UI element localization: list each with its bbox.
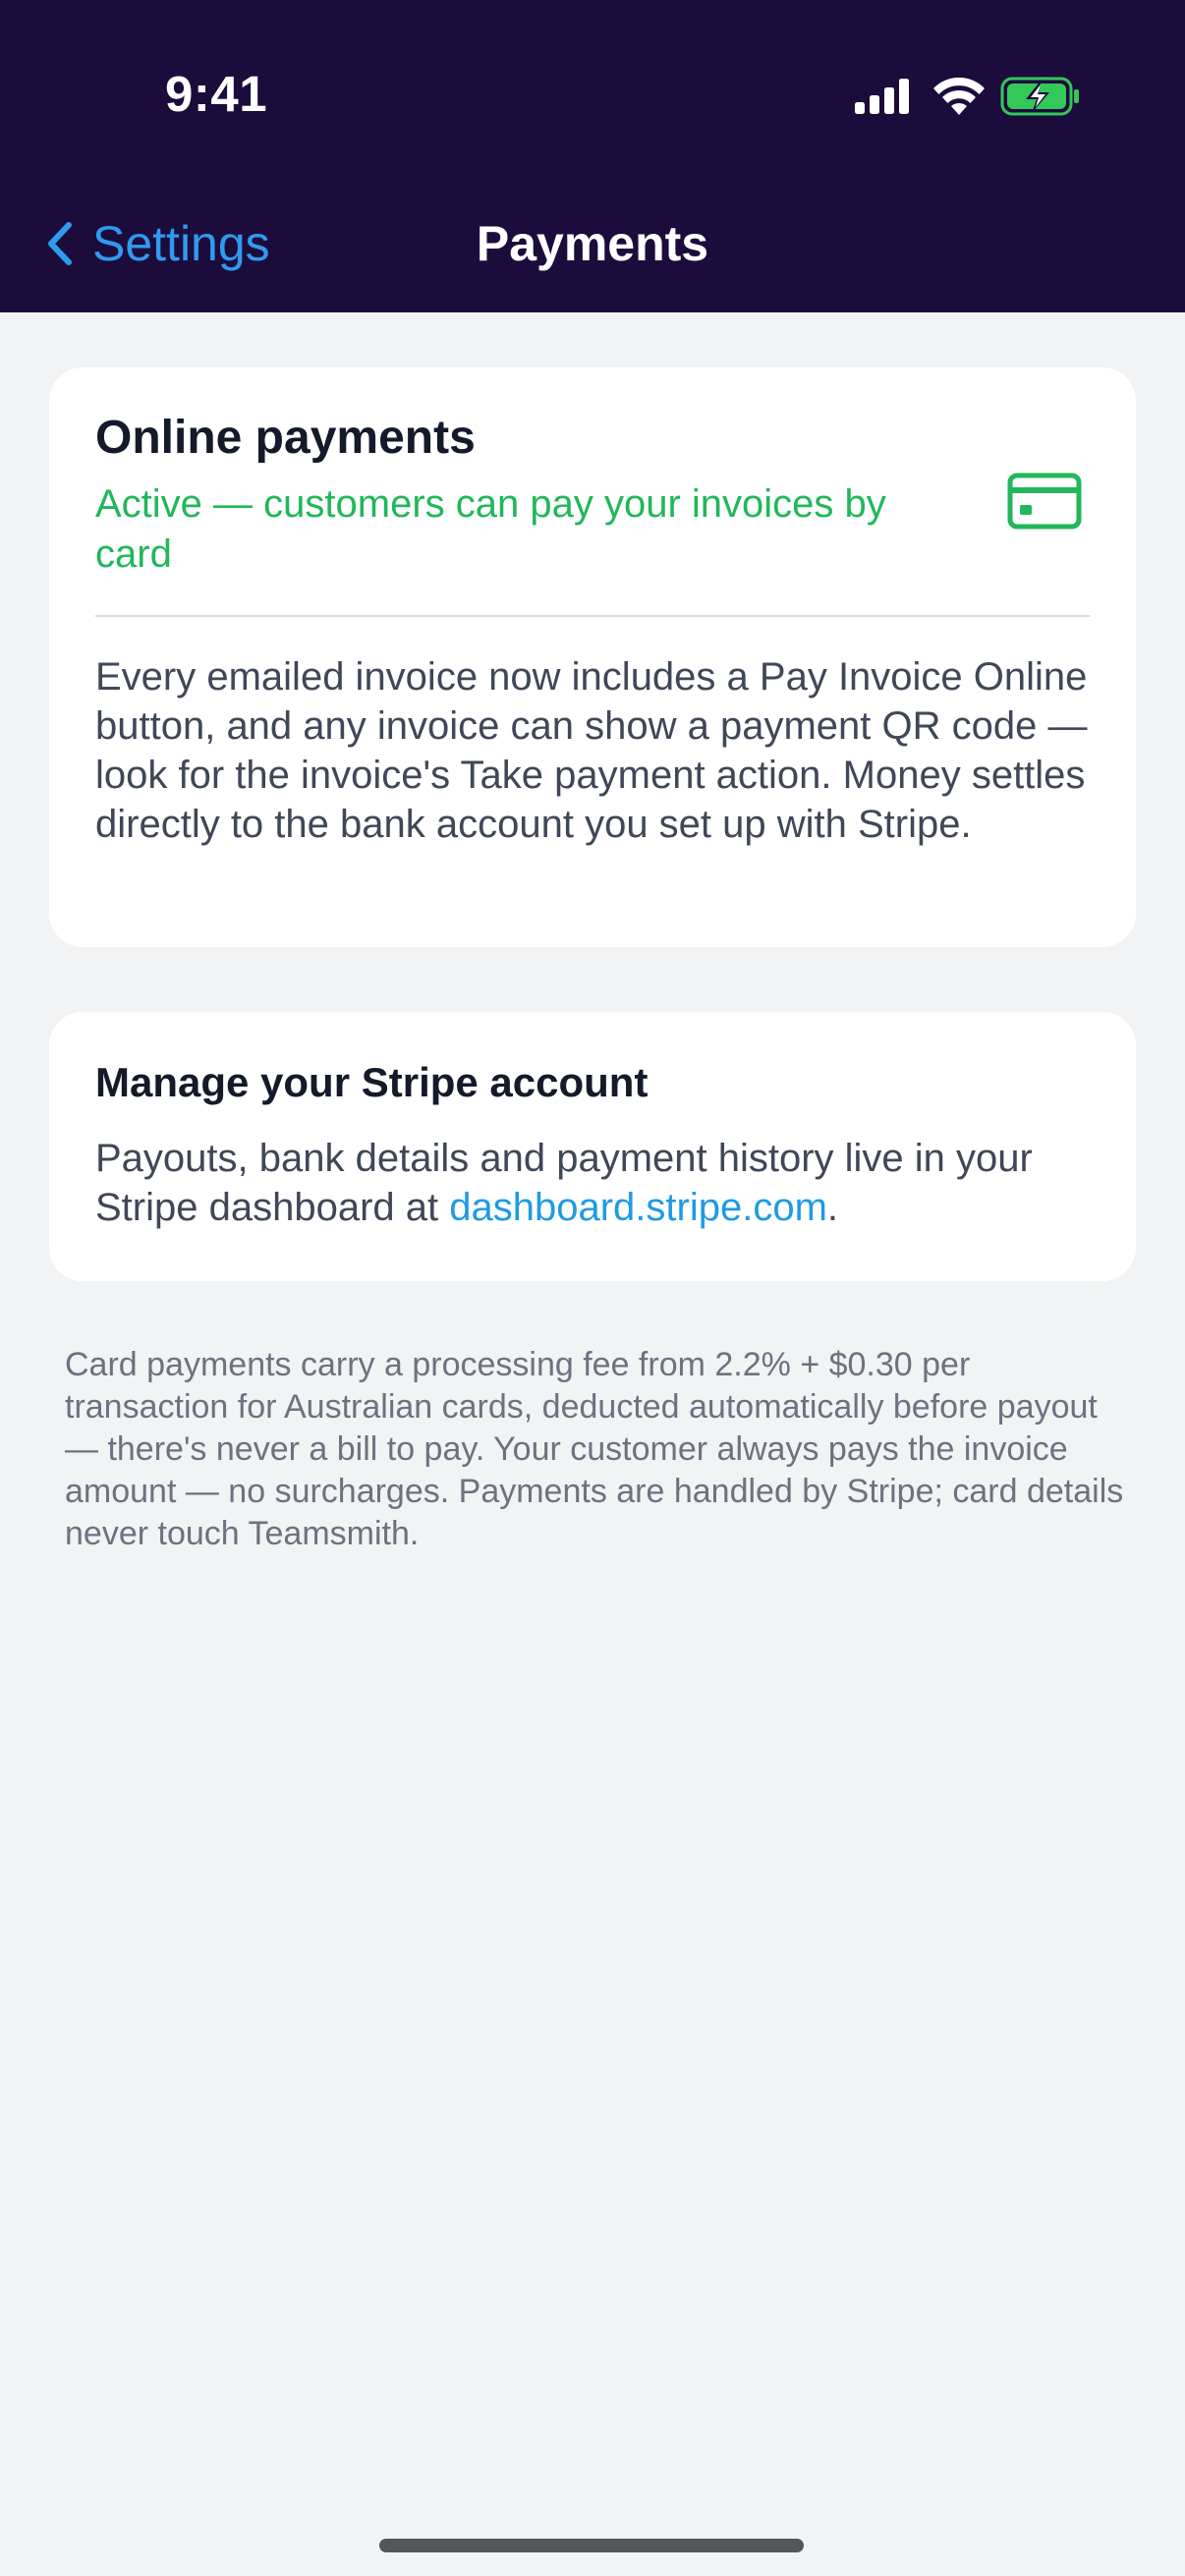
wifi-icon xyxy=(933,78,985,115)
battery-charging-icon xyxy=(1000,77,1079,116)
app-header: 9:41 Settings Payments xyxy=(0,0,1185,312)
card-divider xyxy=(95,615,1090,617)
stripe-account-text-end: . xyxy=(826,1186,839,1229)
page-title: Payments xyxy=(476,216,709,271)
online-payments-status: Active — customers can pay your invoices… xyxy=(95,482,886,576)
home-indicator[interactable] xyxy=(379,2539,804,2552)
online-payments-card: Online payments Active — customers can p… xyxy=(49,367,1136,947)
fee-footnote: Card payments carry a processing fee fro… xyxy=(65,1346,1124,1552)
stripe-account-description: Payouts, bank details and payment histor… xyxy=(95,1134,1098,1232)
online-payments-description: Every emailed invoice now includes a Pay… xyxy=(95,655,1088,846)
status-bar-time: 9:41 xyxy=(165,66,268,122)
stripe-account-title: Manage your Stripe account xyxy=(95,1059,649,1105)
online-payments-title: Online payments xyxy=(95,412,476,464)
stripe-dashboard-link[interactable]: dashboard.stripe.com xyxy=(449,1186,827,1229)
credit-card-icon xyxy=(1007,473,1082,530)
cellular-signal-icon xyxy=(855,79,909,114)
stripe-account-card: Manage your Stripe account Payouts, bank… xyxy=(49,1012,1136,1281)
status-bar-icons xyxy=(855,75,1081,118)
